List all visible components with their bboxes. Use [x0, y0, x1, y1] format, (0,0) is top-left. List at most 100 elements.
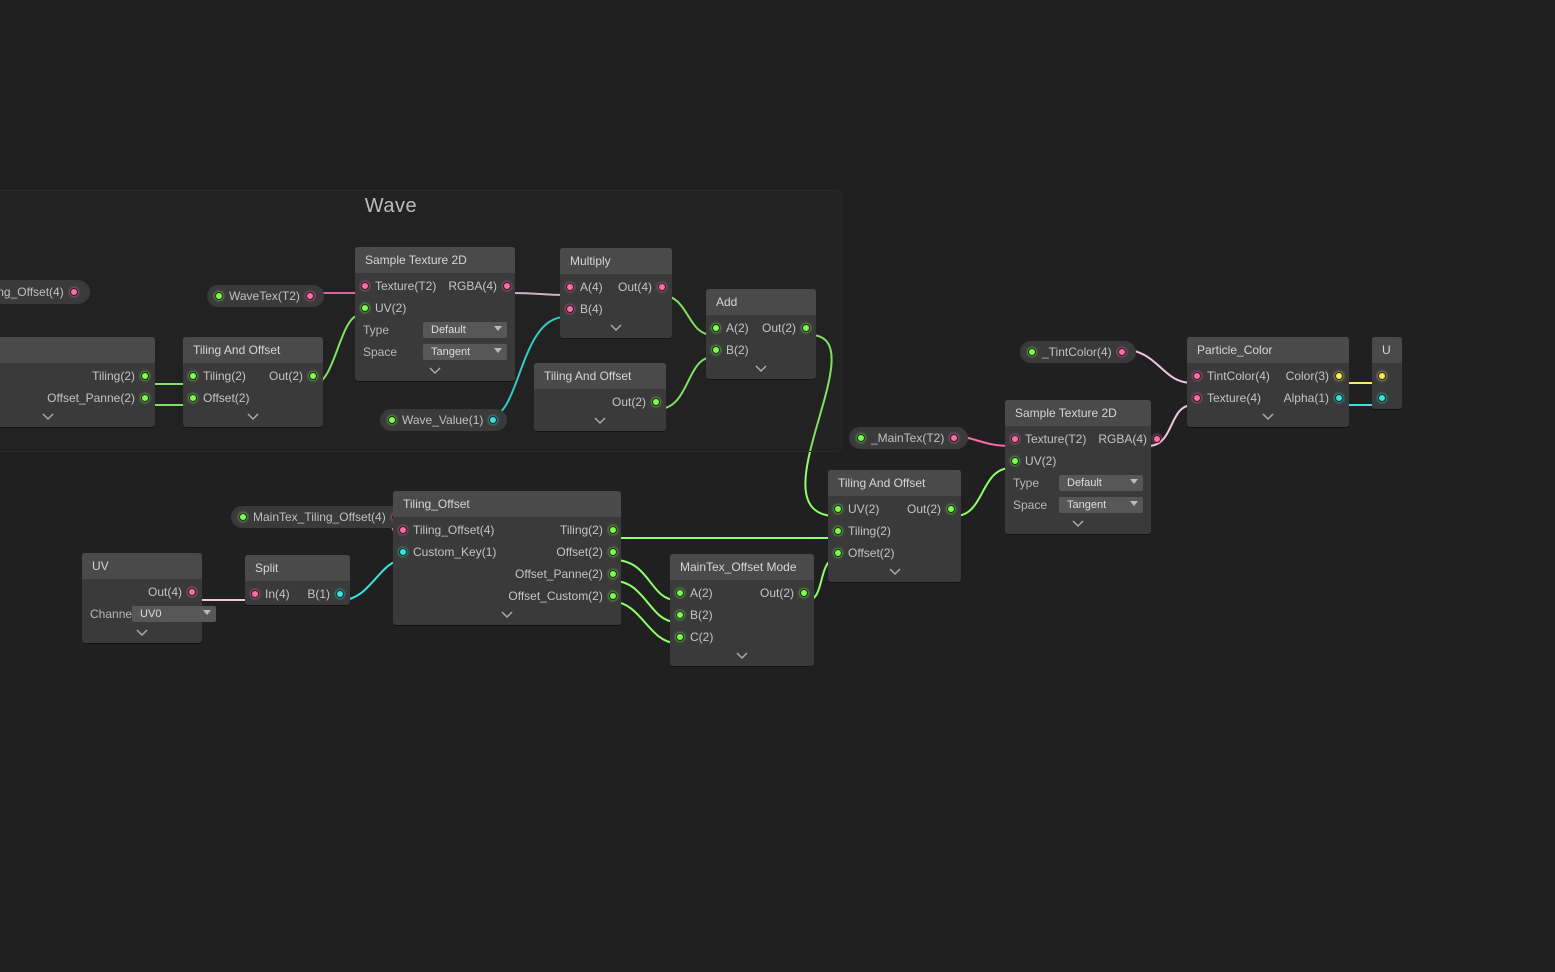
input-port[interactable] [399, 548, 407, 556]
output-port[interactable] [609, 526, 617, 534]
output-port[interactable] [1153, 435, 1161, 443]
input-port[interactable] [1193, 394, 1201, 402]
node-title[interactable]: Multiply [560, 248, 672, 274]
expand-toggle[interactable] [183, 409, 323, 427]
property-pill-wave-value[interactable]: Wave_Value(1) [380, 409, 507, 431]
input-port[interactable] [1378, 372, 1386, 380]
output-port[interactable] [141, 372, 149, 380]
input-port[interactable] [566, 283, 574, 291]
expand-toggle[interactable] [670, 648, 814, 666]
expand-toggle[interactable] [534, 413, 666, 431]
port-label: RGBA(4) [448, 279, 497, 293]
node-partial-left[interactable]: t fset(4) Tiling(2) Offset_Panne(2) [0, 337, 155, 427]
output-port[interactable] [609, 548, 617, 556]
expand-toggle[interactable] [393, 607, 621, 625]
input-port[interactable] [676, 633, 684, 641]
node-title[interactable]: Split [245, 555, 350, 581]
node-tiling-and-offset-3[interactable]: Tiling And Offset UV(2) Tiling(2) Offset… [828, 470, 961, 582]
node-title[interactable]: Tiling And Offset [534, 363, 666, 389]
port-label: Offset_Custom(2) [508, 589, 602, 603]
input-port[interactable] [676, 611, 684, 619]
input-port[interactable] [1193, 372, 1201, 380]
node-title[interactable]: Tiling_Offset [393, 491, 621, 517]
node-split[interactable]: Split In(4) B(1) [245, 555, 350, 605]
property-pill-maintex[interactable]: _MainTex(T2) [849, 427, 968, 449]
expand-toggle[interactable] [82, 625, 202, 643]
expand-toggle[interactable] [0, 409, 155, 427]
node-title[interactable]: Add [706, 289, 816, 315]
input-port[interactable] [361, 282, 369, 290]
port-icon [950, 434, 958, 442]
input-port[interactable] [834, 505, 842, 513]
node-title[interactable]: U [1372, 337, 1402, 363]
input-port[interactable] [1378, 394, 1386, 402]
node-title[interactable]: Tiling And Offset [183, 337, 323, 363]
expand-toggle[interactable] [828, 564, 961, 582]
input-port[interactable] [399, 526, 407, 534]
input-port[interactable] [189, 372, 197, 380]
input-port[interactable] [834, 527, 842, 535]
node-title[interactable]: Particle_Color [1187, 337, 1349, 363]
output-port[interactable] [336, 590, 344, 598]
property-pill-tintcolor[interactable]: _TintColor(4) [1020, 341, 1136, 363]
output-port[interactable] [503, 282, 511, 290]
node-particle-color[interactable]: Particle_Color TintColor(4) Texture(4) C… [1187, 337, 1349, 427]
dropdown-channel[interactable]: UV0 [132, 606, 216, 622]
node-sample-texture-2d-main[interactable]: Sample Texture 2D Texture(T2) UV(2) RGBA… [1005, 400, 1151, 534]
dropdown-type[interactable]: Default [423, 322, 507, 338]
dropdown-space[interactable]: Tangent [1059, 497, 1143, 513]
pill-label: e_Tiling_Offset(4) [0, 285, 64, 299]
node-add[interactable]: Add A(2) B(2) Out(2) [706, 289, 816, 379]
prop-label: Space [1013, 498, 1047, 512]
output-port[interactable] [802, 324, 810, 332]
output-port[interactable] [800, 589, 808, 597]
node-title[interactable]: Tiling And Offset [828, 470, 961, 496]
expand-toggle[interactable] [1005, 516, 1151, 534]
node-tiling-and-offset-1[interactable]: Tiling And Offset Tiling(2) Offset(2) Ou… [183, 337, 323, 427]
output-port[interactable] [658, 283, 666, 291]
node-sample-texture-2d-wave[interactable]: Sample Texture 2D Texture(T2) UV(2) RGBA… [355, 247, 515, 381]
output-port[interactable] [609, 592, 617, 600]
node-multiply[interactable]: Multiply A(4) B(4) Out(4) [560, 248, 672, 338]
node-title[interactable]: Sample Texture 2D [355, 247, 515, 273]
node-tiling-offset-custom[interactable]: Tiling_Offset Tiling_Offset(4) Custom_Ke… [393, 491, 621, 625]
node-graph-canvas[interactable]: Wave e_Tiling_Offset(4) WaveTex(T2) Wave… [0, 0, 1555, 972]
output-port[interactable] [652, 398, 660, 406]
input-port[interactable] [1011, 457, 1019, 465]
output-port[interactable] [1335, 394, 1343, 402]
node-uv[interactable]: UV Out(4) Channe UV0 [82, 553, 202, 643]
expand-toggle[interactable] [355, 363, 515, 381]
dropdown-space[interactable]: Tangent [423, 344, 507, 360]
node-title[interactable]: Sample Texture 2D [1005, 400, 1151, 426]
expand-toggle[interactable] [706, 361, 816, 379]
input-port[interactable] [1011, 435, 1019, 443]
node-title[interactable]: t [0, 337, 155, 363]
dropdown-type[interactable]: Default [1059, 475, 1143, 491]
property-pill-wave-tiling-offset[interactable]: e_Tiling_Offset(4) [0, 280, 90, 304]
input-port[interactable] [676, 589, 684, 597]
output-port[interactable] [141, 394, 149, 402]
node-title[interactable]: UV [82, 553, 202, 579]
output-port[interactable] [947, 505, 955, 513]
node-tiling-and-offset-2[interactable]: Tiling And Offset Out(2) [534, 363, 666, 431]
property-pill-maintex-tiling-offset[interactable]: MainTex_Tiling_Offset(4) [231, 506, 410, 528]
input-port[interactable] [251, 590, 259, 598]
node-title[interactable]: MainTex_Offset Mode [670, 554, 814, 580]
input-port[interactable] [566, 305, 574, 313]
output-port[interactable] [1335, 372, 1343, 380]
node-partial-right[interactable]: U [1372, 337, 1402, 409]
chevron-down-icon [494, 348, 502, 353]
input-port[interactable] [712, 346, 720, 354]
input-port[interactable] [834, 549, 842, 557]
property-pill-wavetex[interactable]: WaveTex(T2) [207, 285, 324, 307]
expand-toggle[interactable] [560, 320, 672, 338]
expand-toggle[interactable] [1187, 409, 1349, 427]
input-port[interactable] [361, 304, 369, 312]
port-label: Color(3) [1286, 369, 1329, 383]
output-port[interactable] [188, 588, 196, 596]
input-port[interactable] [712, 324, 720, 332]
output-port[interactable] [609, 570, 617, 578]
node-maintex-offset-mode[interactable]: MainTex_Offset Mode A(2) B(2) C(2) Out(2… [670, 554, 814, 666]
output-port[interactable] [309, 372, 317, 380]
input-port[interactable] [189, 394, 197, 402]
